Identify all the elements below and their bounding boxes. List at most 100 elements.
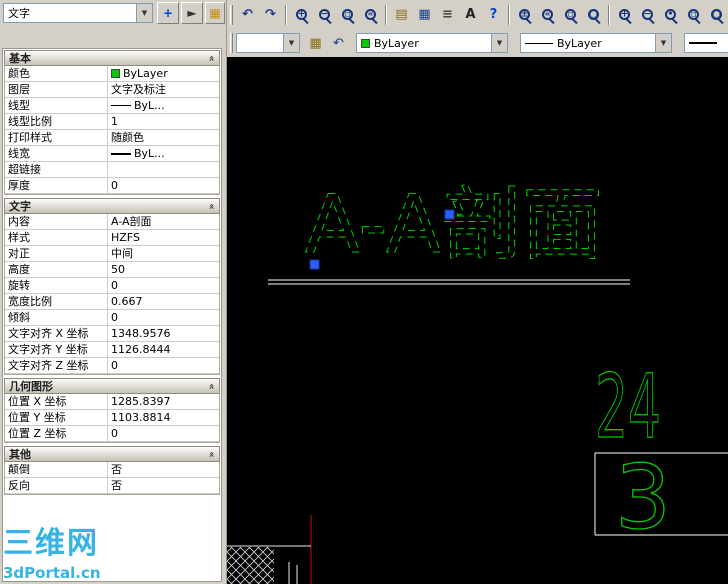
dim-text-3[interactable]: 3 <box>614 445 671 549</box>
property-value[interactable]: 0 <box>108 178 219 194</box>
property-value[interactable]: 1103.8814 <box>108 410 219 426</box>
layer-properties-button[interactable]: ▦ <box>304 32 327 55</box>
property-row: 线宽 ByL... <box>5 146 219 162</box>
section-header[interactable]: 基本 » <box>4 50 220 66</box>
text-style-button[interactable]: A <box>459 3 482 26</box>
property-label: 宽度比例 <box>5 294 108 310</box>
property-row: 样式 HZFS <box>5 230 219 246</box>
layer-combobox[interactable]: ▼ <box>236 33 300 53</box>
pickadd-toggle-button[interactable]: + <box>157 2 179 24</box>
zoom-window-2-button[interactable]: ▫ <box>559 3 582 26</box>
property-value[interactable]: 文字及标注 <box>108 82 219 98</box>
property-value[interactable]: 1 <box>108 114 219 130</box>
zoom-extents-button[interactable]: ○ <box>582 3 605 26</box>
property-value[interactable]: 随颜色 <box>108 130 219 146</box>
redo-button[interactable]: ↷ <box>259 3 282 26</box>
help-button[interactable]: ? <box>482 3 505 26</box>
property-value[interactable]: 0.667 <box>108 294 219 310</box>
dim-text-24[interactable]: 24 <box>594 354 661 458</box>
color-control-combobox[interactable]: ByLayer ▼ <box>356 33 508 53</box>
collapse-chevron-icon[interactable]: » <box>206 203 217 209</box>
lineweight-control-combobox[interactable] <box>684 33 728 53</box>
property-value[interactable]: HZFS <box>108 230 219 246</box>
property-label: 线宽 <box>5 146 108 162</box>
chevron-down-icon[interactable]: ▼ <box>283 34 299 52</box>
collapse-chevron-icon[interactable]: » <box>206 55 217 61</box>
property-value[interactable]: 0 <box>108 358 219 374</box>
color-control-value: ByLayer <box>374 36 419 50</box>
chevron-down-icon[interactable]: ▼ <box>655 34 671 52</box>
zoom-realtime-button[interactable]: ± <box>513 3 536 26</box>
magnifier-icon: ▫ <box>565 9 576 20</box>
zoom-all-button[interactable]: ○ <box>705 3 728 26</box>
property-value[interactable] <box>108 162 219 178</box>
linetype-manager-button[interactable]: ≡ <box>436 3 459 26</box>
property-value[interactable]: ByL... <box>108 98 219 114</box>
property-value[interactable]: 0 <box>108 426 219 442</box>
property-value-text: ByL... <box>134 99 165 112</box>
property-value[interactable]: 1126.8444 <box>108 342 219 358</box>
property-label: 颜色 <box>5 66 108 82</box>
zoom-in-button[interactable]: + <box>290 3 313 26</box>
drawing-area[interactable]: A-A剖面 24 3 <box>227 57 728 584</box>
property-value-text: ByLayer <box>123 67 168 80</box>
named-views-button[interactable]: ▤ <box>390 3 413 26</box>
magnifier-icon: « <box>542 9 553 20</box>
property-value[interactable]: ByLayer <box>108 66 219 82</box>
zoom-out-button[interactable]: − <box>313 3 336 26</box>
property-label: 旋转 <box>5 278 108 294</box>
linetype-control-combobox[interactable]: ByLayer ▼ <box>520 33 672 53</box>
section-header[interactable]: 文字 » <box>4 198 220 214</box>
property-row: 位置 Y 坐标 1103.8814 <box>5 410 219 426</box>
zoom-scale-button[interactable]: ▫ <box>682 3 705 26</box>
drawing-canvas[interactable]: A-A剖面 24 3 <box>227 57 728 584</box>
property-value[interactable]: 中间 <box>108 246 219 262</box>
quick-select-button[interactable]: ▦ <box>205 2 225 24</box>
zoom-center-button[interactable]: • <box>659 3 682 26</box>
magnifier-sign: ± <box>520 9 529 20</box>
section-text-label[interactable]: A-A剖面 <box>305 178 604 272</box>
chevron-down-icon[interactable]: ▼ <box>136 4 152 22</box>
magnifier-sign: « <box>544 9 551 20</box>
property-label: 文字对齐 X 坐标 <box>5 326 108 342</box>
zoom-out-2-button[interactable]: − <box>636 3 659 26</box>
redo-icon: ↷ <box>265 7 276 22</box>
layer-manager-button[interactable]: ▦ <box>413 3 436 26</box>
undo-button[interactable]: ↶ <box>236 3 259 26</box>
zoom-window-button[interactable]: ▫ <box>336 3 359 26</box>
toolbar-grip[interactable] <box>230 33 233 53</box>
color-swatch-icon <box>111 69 120 78</box>
layer-previous-button[interactable]: ↶ <box>327 32 350 55</box>
property-value[interactable]: 50 <box>108 262 219 278</box>
toolbar-grip[interactable] <box>230 4 233 25</box>
collapse-chevron-icon[interactable]: » <box>206 383 217 389</box>
property-value-text: 0 <box>111 179 118 192</box>
property-value[interactable]: 0 <box>108 278 219 294</box>
section-header[interactable]: 其他 » <box>4 446 220 462</box>
property-value[interactable]: 0 <box>108 310 219 326</box>
section-header[interactable]: 几何图形 » <box>4 378 220 394</box>
property-value[interactable]: ByL... <box>108 146 219 162</box>
property-value[interactable]: 否 <box>108 462 219 478</box>
property-label: 文字对齐 Y 坐标 <box>5 342 108 358</box>
chevron-down-icon[interactable]: ▼ <box>491 34 507 52</box>
grip-endpoint[interactable] <box>309 259 320 270</box>
zoom-previous-2-button[interactable]: « <box>536 3 559 26</box>
grip-midpoint[interactable] <box>444 209 455 220</box>
collapse-chevron-icon[interactable]: » <box>206 451 217 457</box>
property-row: 超链接 <box>5 162 219 178</box>
magnifier-sign: ○ <box>589 9 598 20</box>
select-objects-button[interactable]: ► <box>181 2 203 24</box>
property-label: 线型 <box>5 98 108 114</box>
property-value[interactable]: 否 <box>108 478 219 494</box>
property-value[interactable]: 1348.9576 <box>108 326 219 342</box>
object-type-combobox[interactable]: 文字 ▼ <box>3 3 153 23</box>
magnifier-icon: ○ <box>711 9 722 20</box>
crosshatch-area[interactable] <box>227 547 274 584</box>
property-value-text: 否 <box>111 479 122 492</box>
property-value[interactable]: A-A剖面 <box>108 214 219 230</box>
zoom-previous-button[interactable]: « <box>359 3 382 26</box>
property-row: 打印样式 随颜色 <box>5 130 219 146</box>
property-value[interactable]: 1285.8397 <box>108 394 219 410</box>
zoom-in-2-button[interactable]: + <box>613 3 636 26</box>
